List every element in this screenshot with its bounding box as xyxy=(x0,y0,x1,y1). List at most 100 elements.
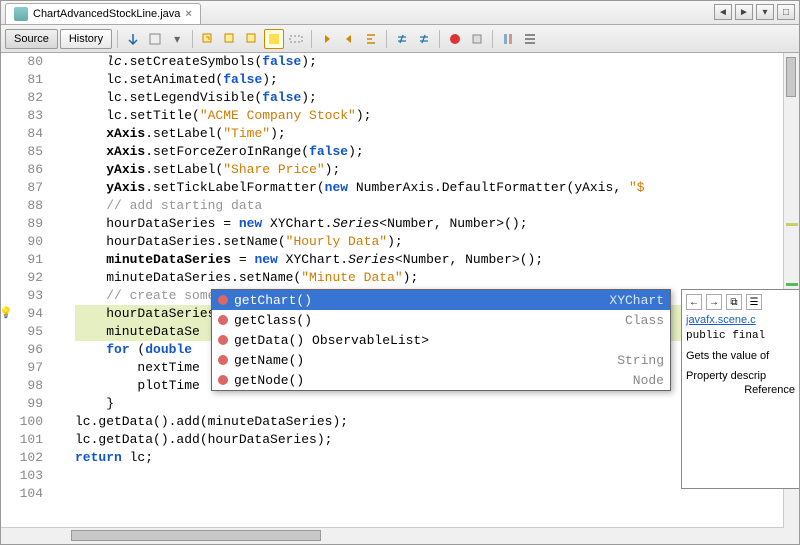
line-number[interactable]: 84 xyxy=(1,125,43,143)
completion-item[interactable]: getChart()XYChart xyxy=(212,290,670,310)
code-line[interactable]: xAxis.setForceZeroInRange(false); xyxy=(75,143,799,161)
history-view-button[interactable]: History xyxy=(60,29,112,49)
line-number[interactable]: 95 xyxy=(1,323,43,341)
maximize-button[interactable]: □ xyxy=(777,4,795,20)
last-edit-icon[interactable] xyxy=(123,29,143,49)
code-line[interactable]: lc.setAnimated(false); xyxy=(75,71,799,89)
line-number[interactable]: 90 xyxy=(1,233,43,251)
code-line[interactable]: hourDataSeries = new XYChart.Series<Numb… xyxy=(75,215,799,233)
line-number[interactable]: 89 xyxy=(1,215,43,233)
separator xyxy=(192,30,193,48)
doc-back-icon[interactable]: ← xyxy=(686,294,702,310)
highlight-icon[interactable] xyxy=(264,29,284,49)
completion-item[interactable]: getName()String xyxy=(212,350,670,370)
scrollbar-thumb[interactable] xyxy=(786,57,796,97)
comment-icon[interactable] xyxy=(392,29,412,49)
separator xyxy=(386,30,387,48)
line-number[interactable]: 102 xyxy=(1,449,43,467)
completion-item[interactable]: getClass()Class xyxy=(212,310,670,330)
selection-mode-icon[interactable] xyxy=(286,29,306,49)
line-number[interactable]: 103 xyxy=(1,467,43,485)
line-number[interactable]: 83 xyxy=(1,107,43,125)
code-line[interactable]: lc.setTitle("ACME Company Stock"); xyxy=(75,107,799,125)
doc-forward-icon[interactable]: → xyxy=(706,294,722,310)
code-line[interactable]: lc.setLegendVisible(false); xyxy=(75,89,799,107)
completion-item[interactable]: getNode()Node xyxy=(212,370,670,390)
horizontal-scrollbar[interactable] xyxy=(1,527,799,544)
editor-toolbar: Source History ▾ xyxy=(1,25,799,53)
doc-controls: ← → ⧉ ☰ xyxy=(686,294,795,310)
refactor-icon[interactable] xyxy=(145,29,165,49)
line-number[interactable]: 100 xyxy=(1,413,43,431)
warning-marker[interactable] xyxy=(786,223,798,226)
code-completion-popup[interactable]: getChart()XYChartgetClass()ClassgetData(… xyxy=(211,289,671,391)
line-number[interactable]: 92 xyxy=(1,269,43,287)
code-line[interactable]: hourDataSeries.setName("Hourly Data"); xyxy=(75,233,799,251)
bookmark-icon[interactable] xyxy=(498,29,518,49)
doc-signature: public final xyxy=(686,330,795,342)
java-file-icon xyxy=(14,7,28,21)
code-line[interactable]: minuteDataSeries = new XYChart.Series<Nu… xyxy=(75,251,799,269)
line-number[interactable]: 93 xyxy=(1,287,43,305)
stop-macro-icon[interactable] xyxy=(467,29,487,49)
code-line[interactable]: minuteDataSeries.setName("Minute Data"); xyxy=(75,269,799,287)
line-number[interactable]: 86 xyxy=(1,161,43,179)
editor-tabbar: ChartAdvancedStockLine.java × ◄ ► ▾ □ xyxy=(1,1,799,25)
record-macro-icon[interactable] xyxy=(445,29,465,49)
method-icon xyxy=(218,375,228,385)
doc-property: Property descrip xyxy=(686,370,795,382)
code-line[interactable]: yAxis.setLabel("Share Price"); xyxy=(75,161,799,179)
line-number[interactable]: 80 xyxy=(1,53,43,71)
file-tab[interactable]: ChartAdvancedStockLine.java × xyxy=(5,3,201,24)
code-line[interactable]: // add starting data xyxy=(75,197,799,215)
separator xyxy=(117,30,118,48)
completion-item[interactable]: getData() ObservableList> xyxy=(212,330,670,350)
code-line[interactable]: lc.setCreateSymbols(false); xyxy=(75,53,799,71)
line-number[interactable]: 82 xyxy=(1,89,43,107)
doc-browser-icon[interactable]: ⧉ xyxy=(726,294,742,310)
doc-source-icon[interactable]: ☰ xyxy=(746,294,762,310)
doc-package-link[interactable]: javafx.scene.c xyxy=(686,314,756,326)
method-icon xyxy=(218,315,228,325)
minimize-button[interactable]: ▾ xyxy=(756,4,774,20)
close-icon[interactable]: × xyxy=(185,8,191,20)
line-number[interactable]: 101 xyxy=(1,431,43,449)
completion-label: getName() xyxy=(234,353,304,368)
line-number[interactable]: 104 xyxy=(1,485,43,503)
prev-button[interactable]: ◄ xyxy=(714,4,732,20)
scrollbar-thumb[interactable] xyxy=(71,530,321,541)
options-icon[interactable] xyxy=(520,29,540,49)
separator xyxy=(311,30,312,48)
line-number[interactable]: 88 xyxy=(1,197,43,215)
completion-label: getNode() xyxy=(234,373,304,388)
find-prev-icon[interactable] xyxy=(198,29,218,49)
source-view-button[interactable]: Source xyxy=(5,29,58,49)
change-marker[interactable] xyxy=(786,283,798,286)
line-number-gutter[interactable]: 8081828384858687888990919293949596979899… xyxy=(1,53,51,528)
line-number[interactable]: 81 xyxy=(1,71,43,89)
javadoc-panel: ← → ⧉ ☰ javafx.scene.c public final Gets… xyxy=(681,289,799,489)
line-number[interactable]: 94 xyxy=(1,305,43,323)
line-number[interactable]: 96 xyxy=(1,341,43,359)
find-selection-icon[interactable] xyxy=(242,29,262,49)
line-number[interactable]: 97 xyxy=(1,359,43,377)
shift-right-icon[interactable] xyxy=(339,29,359,49)
dropdown-icon[interactable]: ▾ xyxy=(167,29,187,49)
completion-label: getChart() xyxy=(234,293,312,308)
line-number[interactable]: 85 xyxy=(1,143,43,161)
code-line[interactable]: xAxis.setLabel("Time"); xyxy=(75,125,799,143)
line-number[interactable]: 98 xyxy=(1,377,43,395)
completion-label: getClass() xyxy=(234,313,312,328)
next-button[interactable]: ► xyxy=(735,4,753,20)
uncomment-icon[interactable] xyxy=(414,29,434,49)
format-icon[interactable] xyxy=(361,29,381,49)
find-next-icon[interactable] xyxy=(220,29,240,49)
code-line[interactable]: yAxis.setTickLabelFormatter(new NumberAx… xyxy=(75,179,799,197)
line-number[interactable]: 87 xyxy=(1,179,43,197)
line-number[interactable]: 99 xyxy=(1,395,43,413)
tab-title: ChartAdvancedStockLine.java xyxy=(33,8,180,20)
shift-left-icon[interactable] xyxy=(317,29,337,49)
doc-reference: Reference xyxy=(686,384,795,396)
line-number[interactable]: 91 xyxy=(1,251,43,269)
method-icon xyxy=(218,355,228,365)
